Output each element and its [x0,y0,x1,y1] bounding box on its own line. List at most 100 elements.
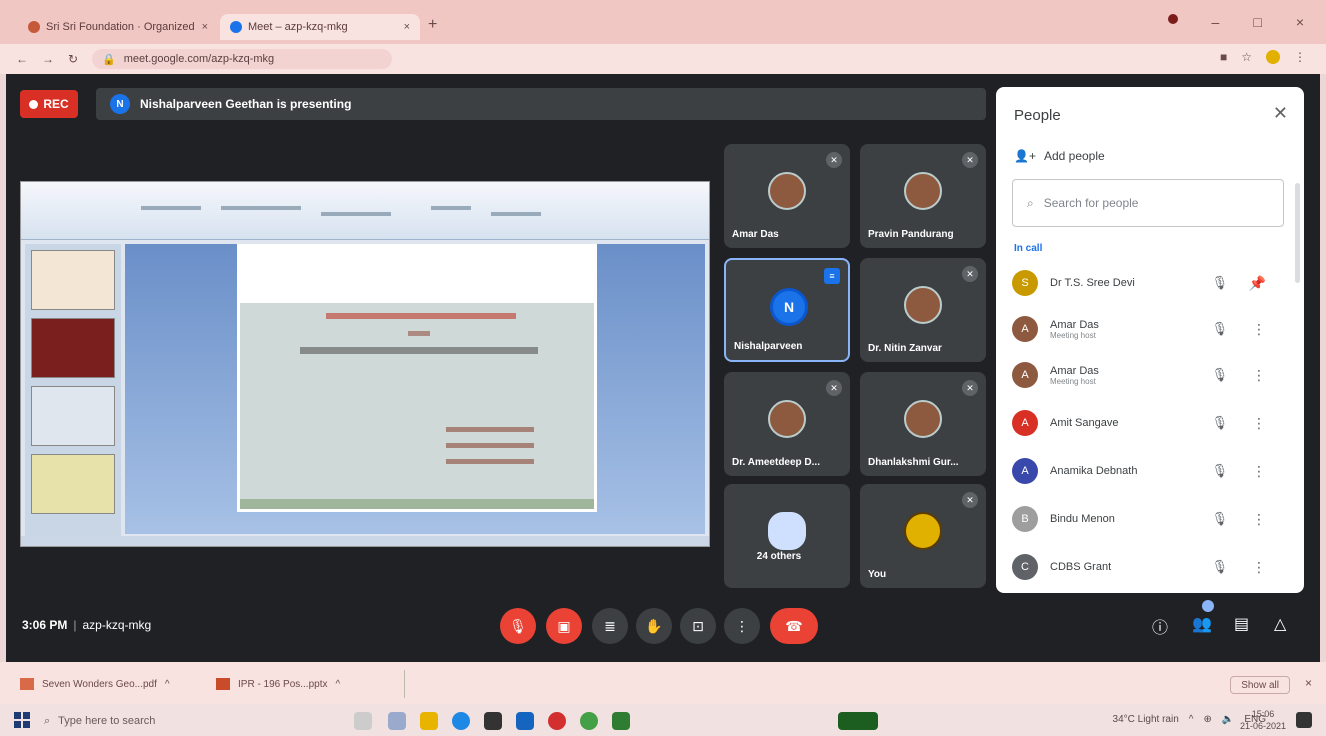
lock-icon: 🔒 [102,53,116,66]
store-icon[interactable] [484,712,502,730]
others-tile[interactable]: 24 others [724,484,850,588]
taskbar-search[interactable]: ⌕ Type here to search [44,710,334,732]
close-tab-icon[interactable]: × [404,21,410,33]
participant-row[interactable]: A Amit Sangave 🎙 ⋮ [1012,403,1288,443]
close-panel-icon[interactable]: ✕ [1273,103,1288,124]
windows-start-icon[interactable] [14,712,30,728]
app-icon[interactable] [612,712,630,730]
volume-icon[interactable]: 🔈 [1222,714,1234,725]
people-scrollbar[interactable] [1295,183,1300,283]
widgets-icon[interactable] [388,712,406,730]
browser-nav-bar: ← → ↻ 🔒 meet.google.com/azp-kzq-mkg ■ ☆ … [0,44,1326,74]
chevron-up-icon[interactable]: ^ [165,679,170,690]
more-options-icon[interactable]: ⋮ [1252,463,1266,480]
new-tab-button[interactable]: + [428,16,437,34]
participant-name: Bindu Menon [1050,513,1115,525]
address-bar[interactable]: 🔒 meet.google.com/azp-kzq-mkg [92,49,393,69]
activities-icon[interactable]: △ [1274,614,1286,634]
browser-tab-bar: Sri Sri Foundation · Organized × Meet – … [0,0,1326,44]
back-icon[interactable]: ← [16,52,28,66]
mic-toggle-button[interactable]: 🎙 [500,608,536,644]
slide-thumbnail[interactable] [31,250,115,310]
slide-thumbnail[interactable] [31,454,115,514]
mail-icon[interactable] [516,712,534,730]
slide-thumbnails [25,244,121,544]
participant-tile[interactable]: ✕ Dr. Nitin Zanvar [860,258,986,362]
present-button[interactable]: ⊡ [680,608,716,644]
more-vert-icon: ⋮ [735,617,749,634]
people-icon[interactable]: 👥 [1192,614,1212,634]
participant-tile[interactable]: ✕ Dr. Ameetdeep D... [724,372,850,476]
participant-name: Amar Das [1050,364,1099,377]
more-options-icon[interactable]: ⋮ [1252,511,1266,528]
search-icon: ⌕ [44,714,51,727]
meeting-details-icon[interactable]: ⓘ [1152,614,1168,638]
self-tile[interactable]: ✕ You [860,484,986,588]
task-view-icon[interactable] [354,712,372,730]
chevron-up-icon[interactable]: ^ [336,679,341,690]
reload-icon[interactable]: ↻ [68,52,78,66]
download-item[interactable]: Seven Wonders Geo...pdf ^ [20,678,170,690]
tray-chevron-icon[interactable]: ^ [1189,714,1194,725]
participant-tile-speaking[interactable]: ≡ N Nishalparveen [724,258,850,362]
browser-tab-inactive[interactable]: Sri Sri Foundation · Organized × [18,14,218,40]
minimize-icon[interactable]: – [1212,14,1220,30]
participant-row[interactable]: C CDBS Grant 🎙 ⋮ [1012,547,1288,587]
bookmark-star-icon[interactable]: ☆ [1241,50,1252,64]
camera-icon[interactable]: ■ [1220,50,1227,64]
close-tab-icon[interactable]: × [202,21,208,33]
add-people-button[interactable]: 👤+ Add people [1014,149,1105,163]
participant-row[interactable]: B Bindu Menon 🎙 ⋮ [1012,499,1288,539]
battery-app-icon[interactable] [838,712,878,730]
more-options-icon[interactable]: ⋮ [1252,415,1266,432]
raise-hand-button[interactable]: ✋ [636,608,672,644]
participant-name: CDBS Grant [1050,561,1112,573]
participant-avatar [904,400,942,438]
participant-row[interactable]: A Amar Das Meeting host 🎙 ⋮ [1012,309,1288,349]
close-window-icon[interactable]: × [1296,14,1304,30]
file-explorer-icon[interactable] [420,712,438,730]
leave-call-button[interactable]: ☎ [770,608,818,644]
captions-button[interactable]: ≣ [592,608,628,644]
forward-icon[interactable]: → [42,52,54,66]
muted-mic-icon: ✕ [962,152,978,168]
taskbar-clock[interactable]: 15:06 21-06-2021 [1240,708,1286,732]
muted-mic-icon: ✕ [962,380,978,396]
participant-tile[interactable]: ✕ Pravin Pandurang [860,144,986,248]
slide-thumbnail[interactable] [31,318,115,378]
meeting-time: 3:06 PM [22,618,68,632]
menu-kebab-icon[interactable]: ⋮ [1294,50,1306,64]
more-options-icon[interactable]: ⋮ [1252,367,1266,384]
chat-icon[interactable]: ▤ [1234,614,1249,634]
close-downloads-icon[interactable]: × [1305,676,1312,690]
chrome-icon[interactable] [580,712,598,730]
edge-browser-icon[interactable] [452,712,470,730]
participant-row[interactable]: A Amar Das Meeting host 🎙 ⋮ [1012,355,1288,395]
camera-toggle-button[interactable]: ▣ [546,608,582,644]
browser-tab-active[interactable]: Meet – azp-kzq-mkg × [220,14,420,40]
muted-mic-icon: 🎙 [1211,321,1228,336]
shared-screen[interactable] [20,181,710,547]
more-options-icon[interactable]: ⋮ [1252,321,1266,338]
participant-count-badge [1202,600,1214,612]
people-search-input[interactable]: ⌕ Search for people [1012,179,1284,227]
self-avatar [904,512,942,550]
more-options-icon[interactable]: ⋮ [1252,559,1266,576]
meeting-time-info: 3:06 PM | azp-kzq-mkg [22,618,152,632]
participant-tile[interactable]: ✕ Dhanlakshmi Gur... [860,372,986,476]
notification-icon[interactable] [1296,712,1312,728]
participant-tile[interactable]: ✕ Amar Das [724,144,850,248]
more-options-button[interactable]: ⋮ [724,608,760,644]
participant-row[interactable]: A Anamika Debnath 🎙 ⋮ [1012,451,1288,491]
maximize-icon[interactable]: □ [1253,14,1261,30]
show-all-downloads-button[interactable]: Show all [1230,676,1290,694]
participant-row[interactable]: S Dr T.S. Sree Devi 🎙 📌 [1012,263,1288,303]
extension-icon[interactable] [1266,50,1280,64]
opera-icon[interactable] [548,712,566,730]
slide-thumbnail[interactable] [31,386,115,446]
add-people-label: Add people [1043,149,1105,163]
network-icon[interactable]: ⊕ [1203,714,1211,725]
pin-icon[interactable]: 📌 [1249,275,1266,292]
download-item[interactable]: IPR - 196 Pos...pptx ^ [216,678,340,690]
recording-indicator-icon [1167,14,1178,24]
